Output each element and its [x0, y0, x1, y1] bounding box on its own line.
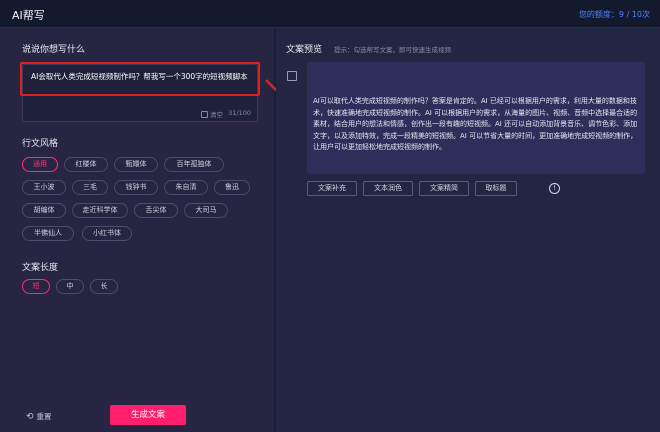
style-chip[interactable]: 三毛 [72, 180, 108, 195]
prompt-section-title: 说说你想写什么 [22, 45, 86, 55]
style-chip[interactable]: 舌尖体 [134, 203, 178, 218]
style-chip[interactable]: 半佛仙人 [22, 226, 74, 241]
prompt-highlight-box [20, 62, 260, 96]
length-section-title: 文案长度 [22, 263, 59, 273]
style-chip[interactable]: 胡编体 [22, 203, 66, 218]
style-chip[interactable]: 王小波 [22, 180, 66, 195]
supplement-button[interactable]: 文案补充 [307, 181, 357, 196]
style-chip[interactable]: 甄嬛体 [114, 157, 158, 172]
reset-label: 重置 [36, 412, 52, 421]
length-chip[interactable]: 长 [90, 279, 118, 294]
style-chip[interactable]: 朱自清 [164, 180, 208, 195]
style-chip[interactable]: 大司马 [184, 203, 228, 218]
generated-copy-text: AI可以取代人类完成短视频的制作吗？答案是肯定的。AI 已经可以根据用户的需求，… [313, 97, 638, 151]
polish-button[interactable]: 文本润色 [363, 181, 413, 196]
refresh-icon: ⟲ [26, 412, 34, 422]
length-chip[interactable]: 中 [56, 279, 84, 294]
input-panel: 说说你想写什么 AI会取代人类完成短视频制作吗？帮我写一个300字的短视频脚本 … [0, 28, 275, 432]
preview-title: 文案预览 [286, 45, 323, 55]
length-chip[interactable]: 短 [22, 279, 50, 294]
clear-button[interactable]: 清空 [201, 109, 223, 119]
generated-copy-card: AI可以取代人类完成短视频的制作吗？答案是肯定的。AI 已经可以根据用户的需求，… [307, 62, 645, 174]
style-chip[interactable]: 小红书体 [82, 226, 132, 241]
clear-label: 清空 [210, 111, 223, 119]
trash-icon [201, 111, 208, 118]
style-chip[interactable]: 红楼体 [64, 157, 108, 172]
info-icon[interactable]: ! [549, 183, 560, 194]
quota-label: 您的额度：9 / 10次 [578, 10, 650, 19]
reset-button[interactable]: ⟲ 重置 [26, 411, 52, 422]
preview-hint: 提示：勾选帮写文案，即可快速生成视频 [334, 46, 451, 54]
generate-button[interactable]: 生成文案 [110, 405, 186, 425]
style-chip[interactable]: 走近科学体 [72, 203, 128, 218]
style-chip[interactable]: 鲁迅 [214, 180, 250, 195]
style-chip[interactable]: 通用 [22, 157, 58, 172]
style-chip[interactable]: 百年孤独体 [164, 157, 224, 172]
char-count: 31/100 [228, 109, 251, 117]
preview-panel: 文案预览 提示：勾选帮写文案，即可快速生成视频 AI可以取代人类完成短视频的制作… [276, 28, 660, 432]
condense-button[interactable]: 文案精简 [419, 181, 469, 196]
select-copy-checkbox[interactable] [287, 71, 297, 81]
style-chip[interactable]: 钱钟书 [114, 180, 158, 195]
top-bar: AI帮写 您的额度：9 / 10次 [0, 0, 660, 28]
style-section-title: 行文风格 [22, 139, 59, 149]
app-title: AI帮写 [12, 9, 45, 22]
title-button[interactable]: 取标题 [475, 181, 517, 196]
